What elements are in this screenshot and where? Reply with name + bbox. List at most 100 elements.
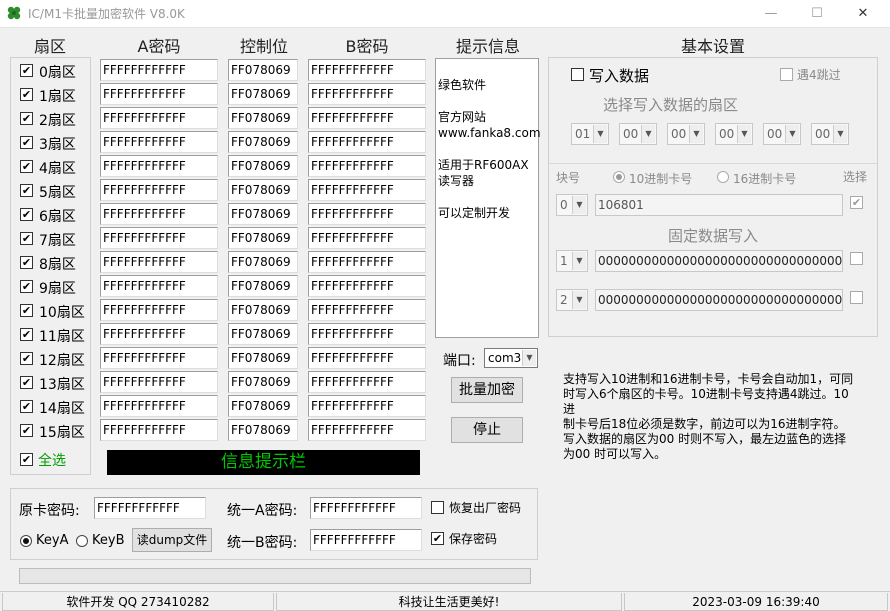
sector-checkbox[interactable]: ✔ — [20, 64, 33, 77]
unify-a-field[interactable]: FFFFFFFFFFFF — [310, 497, 422, 519]
key-b-field[interactable]: FFFFFFFFFFFF — [308, 203, 426, 225]
key-b-field[interactable]: FFFFFFFFFFFF — [308, 275, 426, 297]
control-bits-field[interactable]: FF078069 — [228, 203, 298, 225]
key-b-field[interactable]: FFFFFFFFFFFF — [308, 227, 426, 249]
sector-checkbox[interactable]: ✔ — [20, 400, 33, 413]
card-number-select-checkbox[interactable]: ✔ — [850, 196, 863, 209]
write-sector-select[interactable]: 00 ▼ — [811, 123, 849, 145]
fixed-data-field-2[interactable]: 00000000000000000000000000000000 — [595, 289, 843, 311]
key-a-field[interactable]: FFFFFFFFFFFF — [100, 59, 218, 81]
sector-checkbox[interactable]: ✔ — [20, 328, 33, 341]
orig-key-field[interactable]: FFFFFFFFFFFF — [94, 497, 206, 519]
key-b-field[interactable]: FFFFFFFFFFFF — [308, 371, 426, 393]
write-sector-select[interactable]: 00 ▼ — [763, 123, 801, 145]
key-b-field[interactable]: FFFFFFFFFFFF — [308, 347, 426, 369]
key-a-field[interactable]: FFFFFFFFFFFF — [100, 371, 218, 393]
sector-checkbox[interactable]: ✔ — [20, 184, 33, 197]
dec-radio[interactable] — [613, 171, 625, 183]
sector-checkbox[interactable]: ✔ — [20, 352, 33, 365]
block0-select[interactable]: 0 ▼ — [556, 194, 588, 216]
write-sector-select[interactable]: 00 ▼ — [667, 123, 705, 145]
control-bits-field[interactable]: FF078069 — [228, 347, 298, 369]
control-bits-field[interactable]: FF078069 — [228, 155, 298, 177]
key-a-field[interactable]: FFFFFFFFFFFF — [100, 155, 218, 177]
key-a-field[interactable]: FFFFFFFFFFFF — [100, 395, 218, 417]
key-b-field[interactable]: FFFFFFFFFFFF — [308, 59, 426, 81]
keyb-radio[interactable] — [76, 535, 88, 547]
card-number-field[interactable]: 106801 — [595, 194, 843, 216]
stop-button[interactable]: 停止 — [451, 417, 523, 443]
sector-checkbox[interactable]: ✔ — [20, 304, 33, 317]
sector-checkbox[interactable]: ✔ — [20, 232, 33, 245]
key-a-field[interactable]: FFFFFFFFFFFF — [100, 419, 218, 441]
control-bits-field[interactable]: FF078069 — [228, 251, 298, 273]
key-a-field[interactable]: FFFFFFFFFFFF — [100, 323, 218, 345]
sector-checkbox[interactable]: ✔ — [20, 280, 33, 293]
sector-checkbox[interactable]: ✔ — [20, 112, 33, 125]
sector-checkbox[interactable]: ✔ — [20, 424, 33, 437]
control-bits-field[interactable]: FF078069 — [228, 323, 298, 345]
select-all-checkbox[interactable]: ✔ — [20, 453, 33, 466]
control-bits-field[interactable]: FF078069 — [228, 371, 298, 393]
sector-checkbox[interactable]: ✔ — [20, 136, 33, 149]
control-bits-field[interactable]: FF078069 — [228, 131, 298, 153]
fixed-data-1-checkbox[interactable] — [850, 252, 863, 265]
control-bits-field[interactable]: FF078069 — [228, 299, 298, 321]
keya-radio[interactable] — [20, 535, 32, 547]
save-password-label: 保存密码 — [449, 532, 498, 546]
close-button[interactable]: ✕ — [840, 0, 886, 28]
write-sector-select[interactable]: 01 ▼ — [571, 123, 609, 145]
key-b-field[interactable]: FFFFFFFFFFFF — [308, 155, 426, 177]
sector-checkbox[interactable]: ✔ — [20, 208, 33, 221]
port-select[interactable]: com3 ▼ — [484, 348, 538, 368]
key-a-field[interactable]: FFFFFFFFFFFF — [100, 131, 218, 153]
read-dump-button[interactable]: 读dump文件 — [132, 528, 212, 552]
write-data-checkbox[interactable] — [571, 68, 584, 81]
key-a-field[interactable]: FFFFFFFFFFFF — [100, 107, 218, 129]
key-b-field[interactable]: FFFFFFFFFFFF — [308, 419, 426, 441]
write-sector-select[interactable]: 00 ▼ — [619, 123, 657, 145]
key-a-field[interactable]: FFFFFFFFFFFF — [100, 227, 218, 249]
key-b-field[interactable]: FFFFFFFFFFFF — [308, 251, 426, 273]
minimize-button[interactable]: — — [748, 0, 794, 28]
block1-select[interactable]: 1 ▼ — [556, 250, 588, 272]
key-a-field[interactable]: FFFFFFFFFFFF — [100, 347, 218, 369]
key-b-field[interactable]: FFFFFFFFFFFF — [308, 107, 426, 129]
restore-factory-checkbox[interactable] — [431, 501, 444, 514]
key-b-field[interactable]: FFFFFFFFFFFF — [308, 323, 426, 345]
skip4-checkbox[interactable] — [780, 68, 793, 81]
control-bits-field[interactable]: FF078069 — [228, 179, 298, 201]
fixed-data-2-checkbox[interactable] — [850, 291, 863, 304]
key-a-field[interactable]: FFFFFFFFFFFF — [100, 83, 218, 105]
control-bits-field[interactable]: FF078069 — [228, 83, 298, 105]
save-password-checkbox[interactable]: ✔ — [431, 532, 444, 545]
control-bits-field[interactable]: FF078069 — [228, 107, 298, 129]
key-a-field[interactable]: FFFFFFFFFFFF — [100, 299, 218, 321]
key-b-field[interactable]: FFFFFFFFFFFF — [308, 131, 426, 153]
control-bits-field[interactable]: FF078069 — [228, 419, 298, 441]
sector-checkbox[interactable]: ✔ — [20, 376, 33, 389]
sector-checkbox[interactable]: ✔ — [20, 160, 33, 173]
control-bits-field[interactable]: FF078069 — [228, 395, 298, 417]
key-a-field[interactable]: FFFFFFFFFFFF — [100, 275, 218, 297]
block2-select[interactable]: 2 ▼ — [556, 289, 588, 311]
sector-checkbox[interactable]: ✔ — [20, 256, 33, 269]
batch-encrypt-button[interactable]: 批量加密 — [451, 377, 523, 403]
key-b-field[interactable]: FFFFFFFFFFFF — [308, 83, 426, 105]
key-a-field[interactable]: FFFFFFFFFFFF — [100, 179, 218, 201]
control-bits-field[interactable]: FF078069 — [228, 59, 298, 81]
write-sector-select[interactable]: 00 ▼ — [715, 123, 753, 145]
key-a-field[interactable]: FFFFFFFFFFFF — [100, 251, 218, 273]
sector-checkbox[interactable]: ✔ — [20, 88, 33, 101]
header-control-bits: 控制位 — [239, 37, 288, 56]
unify-b-field[interactable]: FFFFFFFFFFFF — [310, 529, 422, 551]
control-bits-field[interactable]: FF078069 — [228, 275, 298, 297]
key-a-field[interactable]: FFFFFFFFFFFF — [100, 203, 218, 225]
key-b-field[interactable]: FFFFFFFFFFFF — [308, 299, 426, 321]
hex-radio[interactable] — [717, 171, 729, 183]
fixed-data-field-1[interactable]: 00000000000000000000000000000000 — [595, 250, 843, 272]
key-b-field[interactable]: FFFFFFFFFFFF — [308, 179, 426, 201]
maximize-button[interactable]: ☐ — [794, 0, 840, 28]
control-bits-field[interactable]: FF078069 — [228, 227, 298, 249]
key-b-field[interactable]: FFFFFFFFFFFF — [308, 395, 426, 417]
